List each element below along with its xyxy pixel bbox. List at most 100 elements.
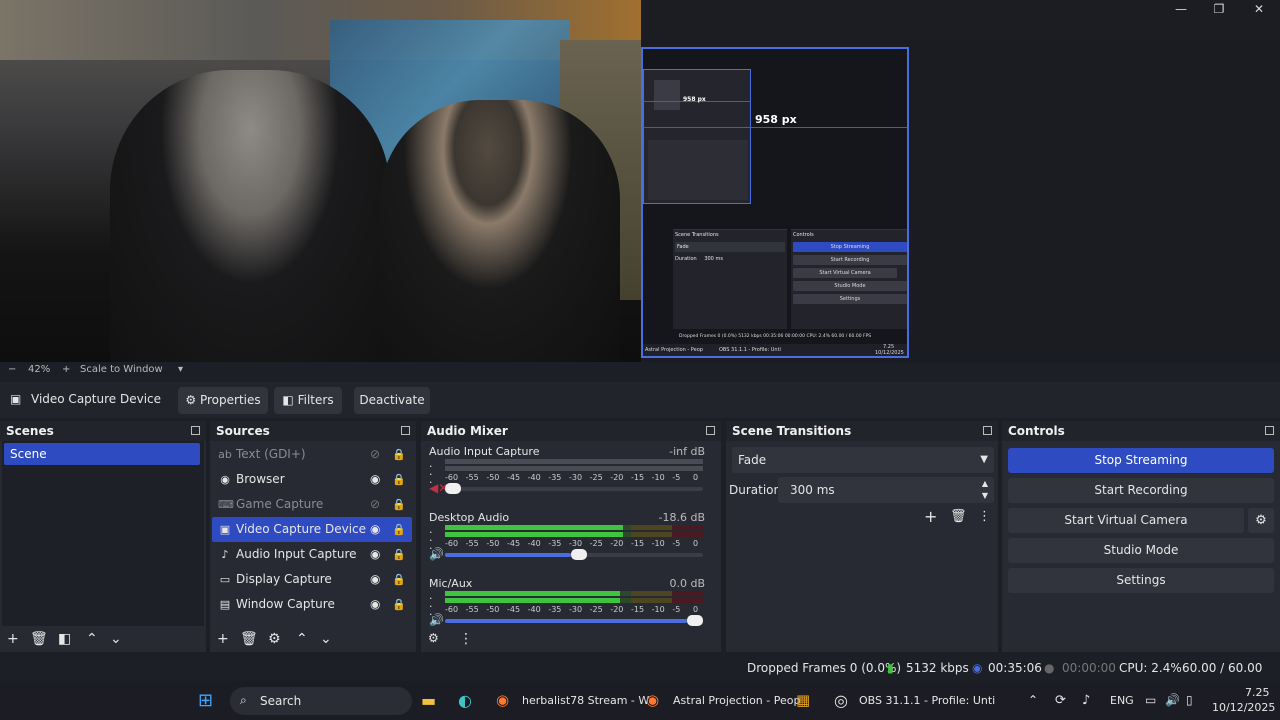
language-indicator[interactable]: ENG xyxy=(1110,681,1134,720)
add-icon[interactable]: + xyxy=(924,507,937,526)
record-time: 00:00:00 xyxy=(1062,661,1116,675)
windows-start-icon[interactable]: ⊞ xyxy=(198,681,213,720)
chevron-up-icon[interactable]: ⌃ xyxy=(1028,681,1038,720)
eye-hidden-icon[interactable]: ⊘ xyxy=(370,442,380,467)
undock-icon[interactable] xyxy=(191,426,200,435)
source-row-window-capture[interactable]: ▤ Window Capture ◉ 🔒 xyxy=(212,592,412,617)
volume-slider[interactable] xyxy=(445,615,703,626)
chevron-up-icon[interactable]: ⌃ xyxy=(86,631,98,647)
taskbar-app-stream[interactable]: herbalist78 Stream - Wa xyxy=(522,681,655,720)
trash-icon[interactable]: 🗑 xyxy=(240,631,258,647)
sync-icon[interactable]: ⟳ xyxy=(1055,681,1066,720)
trash-icon[interactable]: 🗑 xyxy=(950,509,967,524)
undock-icon[interactable] xyxy=(983,426,992,435)
nested-screen-capture[interactable]: 958 px 958 px Scene Transitions Fade Dur… xyxy=(641,47,909,358)
studio-mode-button[interactable]: Studio Mode xyxy=(1008,538,1274,563)
chevron-down-icon[interactable]: ⌄ xyxy=(320,631,332,647)
properties-button[interactable]: ⚙ Properties xyxy=(178,387,268,414)
start-virtual-camera-button[interactable]: Start Virtual Camera xyxy=(1008,508,1244,533)
search-box[interactable]: ⌕ Search xyxy=(230,687,412,715)
kebab-menu-icon[interactable]: ⋮ xyxy=(978,509,991,524)
battery-icon[interactable]: ▯ xyxy=(1186,681,1193,720)
trash-icon[interactable]: 🗑 xyxy=(30,631,48,647)
volume-knob[interactable] xyxy=(570,549,587,560)
duration-input[interactable]: 300 ms ▲ ▼ xyxy=(778,477,994,503)
lock-icon[interactable]: 🔒 xyxy=(392,442,406,467)
taskbar-app-obs[interactable]: OBS 31.1.1 - Profile: Unti xyxy=(859,681,995,720)
source-row-audio-input[interactable]: ♪ Audio Input Capture ◉ 🔒 xyxy=(212,542,412,567)
firefox-icon[interactable]: ◉ xyxy=(496,681,509,720)
undock-icon[interactable] xyxy=(401,426,410,435)
eye-icon[interactable]: ◉ xyxy=(370,592,380,617)
close-button[interactable]: ✕ xyxy=(1240,2,1278,20)
virtual-camera-settings-gear-icon[interactable]: ⚙ xyxy=(1248,508,1274,533)
microphone-icon[interactable]: ♪ xyxy=(1082,681,1090,720)
lock-icon[interactable]: 🔒 xyxy=(392,492,406,517)
nested-studio-mode: Studio Mode xyxy=(793,281,907,291)
volume-slider[interactable] xyxy=(445,483,703,494)
settings-button[interactable]: Settings xyxy=(1008,568,1274,593)
eye-icon[interactable]: ◉ xyxy=(370,467,380,492)
add-icon[interactable]: + xyxy=(217,631,229,647)
clock-date[interactable]: 10/12/2025 xyxy=(1212,701,1275,714)
maximize-button[interactable]: ❐ xyxy=(1200,2,1238,20)
eye-icon[interactable]: ◉ xyxy=(370,542,380,567)
controls-body: Stop Streaming Start Recording Start Vir… xyxy=(1002,441,1280,641)
status-bar: Dropped Frames 0 (0.0%) ▮ 5132 kbps ◉ 00… xyxy=(0,655,1280,701)
lock-icon[interactable]: 🔒 xyxy=(392,467,406,492)
eye-icon[interactable]: ◉ xyxy=(370,567,380,592)
taskbar-app-astral[interactable]: Astral Projection - Peop xyxy=(673,681,800,720)
kebab-menu-icon[interactable]: ⋮ xyxy=(459,631,473,647)
deactivate-button[interactable]: Deactivate xyxy=(354,387,430,414)
stream-icon: ◉ xyxy=(972,661,983,675)
edge-icon[interactable]: ◐ xyxy=(458,681,472,720)
source-row-game-capture[interactable]: ⌨ Game Capture ⊘ 🔒 xyxy=(212,492,412,517)
filter-icon[interactable]: ◧ xyxy=(58,631,71,647)
stop-streaming-button[interactable]: Stop Streaming xyxy=(1008,448,1274,473)
chevron-down-icon[interactable]: ⌄ xyxy=(110,631,122,647)
meter-tick-label: -55 xyxy=(465,473,479,482)
zoom-out-button[interactable]: − xyxy=(8,364,16,375)
lock-icon[interactable]: 🔒 xyxy=(392,567,406,592)
speaker-icon[interactable]: 🔊 xyxy=(429,547,444,561)
meter-tick-label: -40 xyxy=(527,473,541,482)
lock-icon[interactable]: 🔒 xyxy=(392,592,406,617)
spin-down-icon[interactable]: ▼ xyxy=(982,483,988,509)
minimize-button[interactable]: — xyxy=(1162,2,1200,20)
store-icon[interactable]: ▦ xyxy=(796,681,810,720)
volume-knob[interactable] xyxy=(687,615,703,626)
clock-time[interactable]: 7.25 xyxy=(1245,686,1270,699)
volume-knob[interactable] xyxy=(445,483,461,494)
source-row-text[interactable]: ab Text (GDI+) ⊘ 🔒 xyxy=(212,442,412,467)
transition-select[interactable]: Fade ▼ xyxy=(732,447,994,473)
add-icon[interactable]: + xyxy=(7,631,19,647)
scale-mode-select[interactable]: Scale to Window xyxy=(80,364,163,375)
chevron-up-icon[interactable]: ⌃ xyxy=(296,631,308,647)
preview-canvas[interactable]: — ❐ ✕ 958 px 958 px Scene Transitions Fa… xyxy=(0,0,1280,362)
filters-button[interactable]: ◧ Filters xyxy=(274,387,342,414)
zoom-in-button[interactable]: + xyxy=(62,364,70,375)
volume-slider[interactable] xyxy=(445,549,703,560)
file-explorer-icon[interactable]: ▬ xyxy=(421,681,436,720)
network-icon[interactable]: ▭ xyxy=(1145,681,1156,720)
gear-icon[interactable]: ⚙ xyxy=(268,631,281,647)
source-row-video-capture[interactable]: ▣ Video Capture Device ◉ 🔒 xyxy=(212,517,412,542)
source-row-display-capture[interactable]: ▭ Display Capture ◉ 🔒 xyxy=(212,567,412,592)
source-row-browser[interactable]: ◉ Browser ◉ 🔒 xyxy=(212,467,412,492)
zoom-bar: − 42% + Scale to Window ▾ xyxy=(0,362,1280,380)
firefox-icon[interactable]: ◉ xyxy=(646,681,659,720)
eye-icon[interactable]: ◉ xyxy=(370,517,380,542)
volume-icon[interactable]: 🔊 xyxy=(1165,681,1180,720)
lock-icon[interactable]: 🔒 xyxy=(392,542,406,567)
mixer-settings-icon[interactable]: ⚙ xyxy=(428,631,439,645)
start-recording-button[interactable]: Start Recording xyxy=(1008,478,1274,503)
undock-icon[interactable] xyxy=(1265,426,1274,435)
eye-hidden-icon[interactable]: ⊘ xyxy=(370,492,380,517)
nested-clock-date: 10/12/2025 xyxy=(875,350,904,356)
scene-item[interactable]: Scene xyxy=(4,443,200,465)
undock-icon[interactable] xyxy=(706,426,715,435)
speaker-icon[interactable]: 🔊 xyxy=(429,613,444,626)
obs-icon[interactable]: ◎ xyxy=(834,681,848,720)
lock-icon[interactable]: 🔒 xyxy=(392,517,406,542)
chevron-down-icon[interactable]: ▾ xyxy=(178,364,183,375)
